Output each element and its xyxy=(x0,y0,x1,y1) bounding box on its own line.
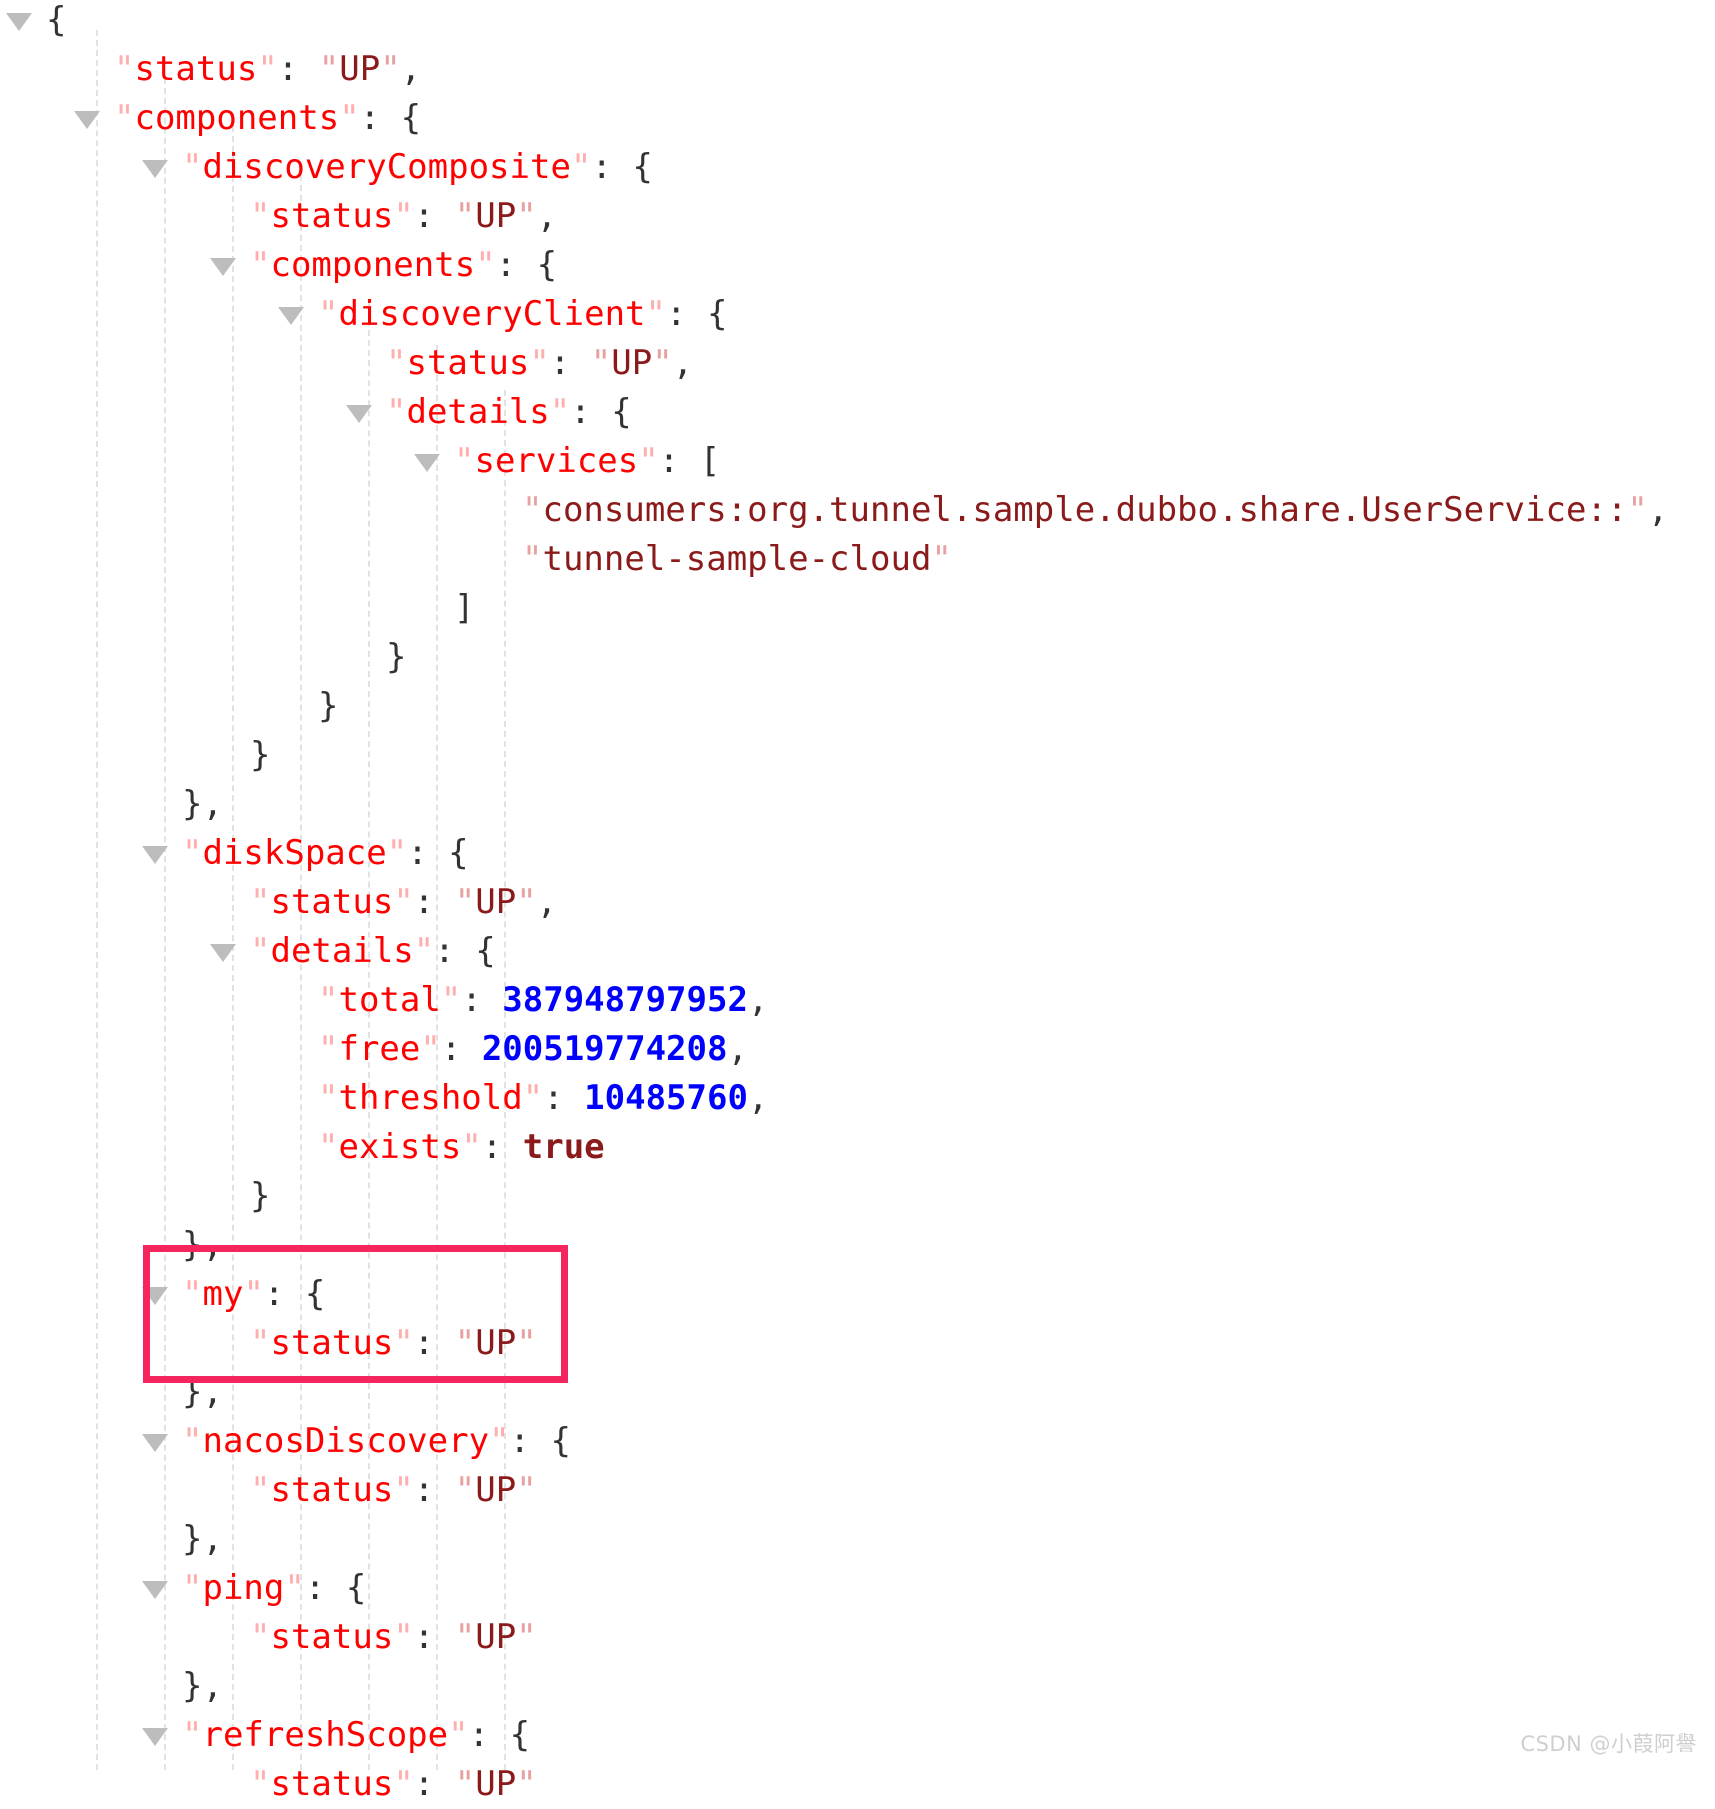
json-node-nacosDiscovery[interactable]: "nacosDiscovery": { xyxy=(0,1417,571,1466)
csdn-watermark: CSDN @小葭阿譽 xyxy=(1520,1732,1697,1756)
json-node-ping[interactable]: "ping": { xyxy=(0,1564,366,1613)
json-pair-status[interactable]: "status": "UP", xyxy=(0,45,421,94)
json-node-diskSpace[interactable]: "diskSpace": { xyxy=(0,829,469,878)
json-pair-exists[interactable]: "exists": true xyxy=(0,1123,605,1172)
json-node-discoveryComposite[interactable]: "discoveryComposite": { xyxy=(0,143,653,192)
json-brace-line[interactable]: ] xyxy=(0,584,474,633)
json-brace-line[interactable]: }, xyxy=(0,1368,223,1417)
json-brace-line[interactable]: }, xyxy=(0,1221,223,1270)
json-node-my[interactable]: "my": { xyxy=(0,1270,325,1319)
json-node-services[interactable]: "services": [ xyxy=(0,437,720,486)
json-brace-line[interactable]: } xyxy=(0,682,338,731)
json-brace-line[interactable]: } xyxy=(0,633,406,682)
json-pair-status[interactable]: "status": "UP" xyxy=(0,1319,537,1368)
json-brace-line[interactable]: { xyxy=(0,0,66,45)
json-node-discoveryClient[interactable]: "discoveryClient": { xyxy=(0,290,727,339)
json-array-string-item[interactable]: "tunnel-sample-cloud" xyxy=(0,535,952,584)
json-pair-threshold[interactable]: "threshold": 10485760, xyxy=(0,1074,768,1123)
json-tree-viewer[interactable]: {"status": "UP", "components": {"discover… xyxy=(0,0,1715,1804)
json-node-details[interactable]: "details": { xyxy=(0,927,496,976)
json-brace-line[interactable]: }, xyxy=(0,1515,223,1564)
json-array-string-item[interactable]: "consumers:org.tunnel.sample.dubbo.share… xyxy=(0,486,1668,535)
json-pair-free[interactable]: "free": 200519774208, xyxy=(0,1025,748,1074)
json-pair-status[interactable]: "status": "UP", xyxy=(0,878,557,927)
json-brace-line[interactable]: } xyxy=(0,731,270,780)
json-brace-line[interactable]: }, xyxy=(0,1662,223,1711)
json-pair-status[interactable]: "status": "UP" xyxy=(0,1760,537,1809)
json-pair-total[interactable]: "total": 387948797952, xyxy=(0,976,768,1025)
json-node-refreshScope[interactable]: "refreshScope": { xyxy=(0,1711,530,1760)
json-pair-status[interactable]: "status": "UP" xyxy=(0,1466,537,1515)
json-node-details[interactable]: "details": { xyxy=(0,388,632,437)
json-brace-line[interactable]: }, xyxy=(0,780,223,829)
json-node-components[interactable]: "components": { xyxy=(0,241,557,290)
json-brace-line[interactable]: } xyxy=(0,1172,270,1221)
json-pair-status[interactable]: "status": "UP", xyxy=(0,339,693,388)
json-pair-status[interactable]: "status": "UP", xyxy=(0,192,557,241)
json-node-components[interactable]: "components": { xyxy=(0,94,421,143)
json-pair-status[interactable]: "status": "UP" xyxy=(0,1613,537,1662)
